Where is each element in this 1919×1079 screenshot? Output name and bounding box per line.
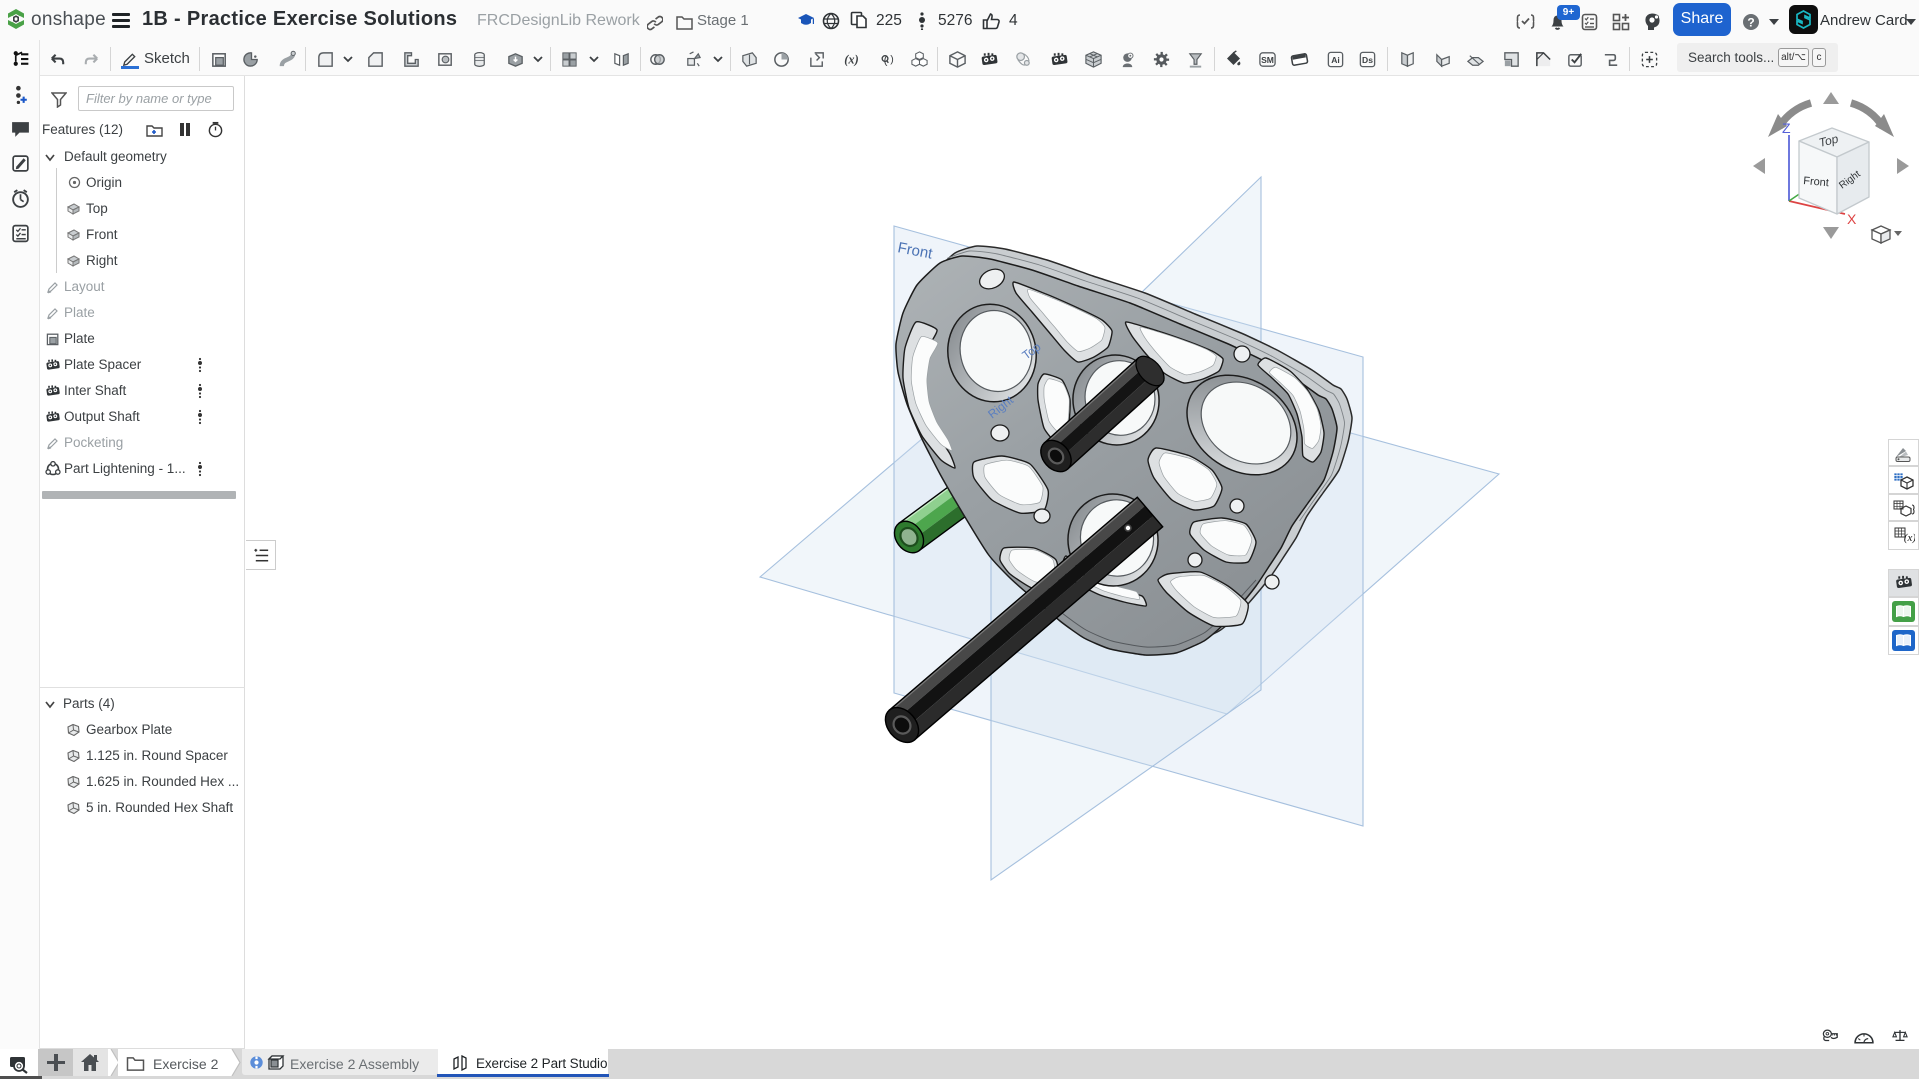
svg-text:X: X [1847, 211, 1857, 227]
svg-text:): ) [890, 54, 893, 65]
svg-text:Front: Front [1803, 175, 1830, 189]
svg-text:(x): (x) [1904, 532, 1915, 544]
svg-text:Z: Z [1782, 120, 1791, 136]
svg-text:Ai: Ai [1331, 55, 1340, 65]
svg-text:Ds: Ds [1362, 55, 1373, 65]
svg-text:?: ? [1747, 16, 1754, 30]
svg-text:SM: SM [1261, 55, 1274, 65]
svg-text:(x): (x) [844, 52, 858, 66]
